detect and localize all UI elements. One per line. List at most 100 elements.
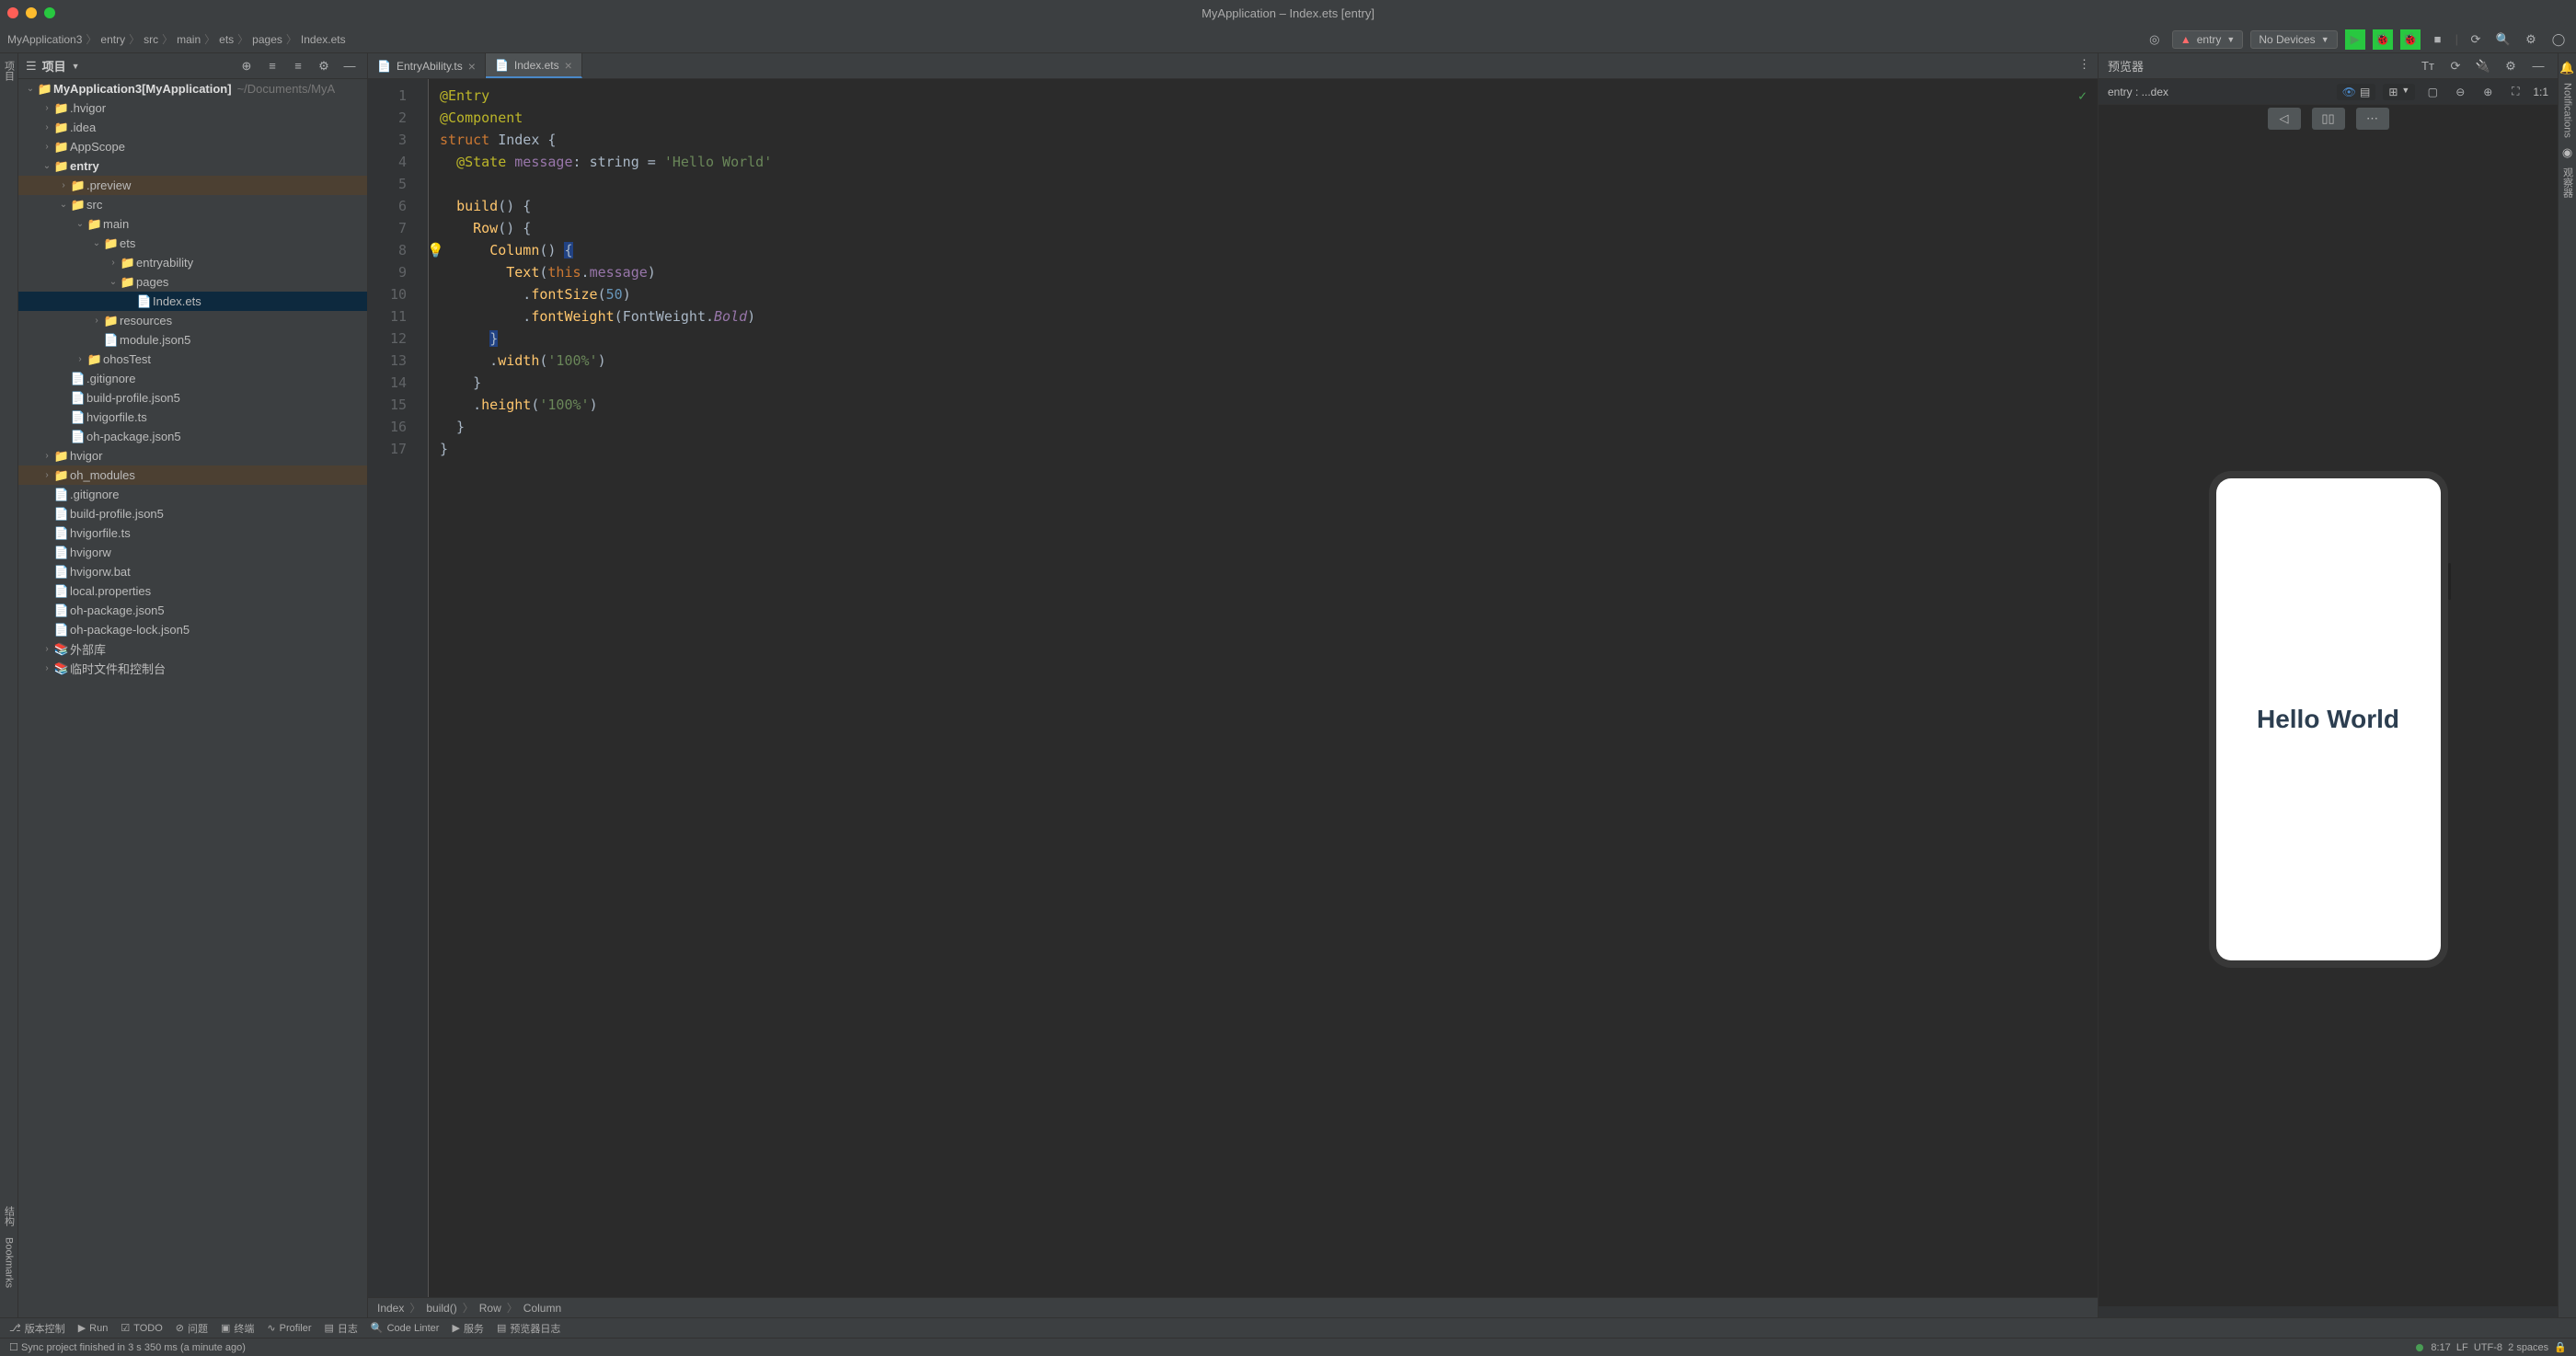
bulb-icon[interactable]: 💡 [427, 239, 444, 261]
inspector-tab[interactable]: 观察器 [2560, 167, 2575, 198]
plug-icon[interactable]: 🔌 [2473, 56, 2493, 76]
tree-item[interactable]: ›📁.idea [18, 118, 367, 137]
todo-tab[interactable]: ☑ TODO [121, 1322, 162, 1334]
fold-gutter[interactable] [414, 79, 429, 1297]
breadcrumb-item[interactable]: ets [219, 33, 234, 46]
tree-item[interactable]: 📄oh-package-lock.json5 [18, 620, 367, 639]
breadcrumbs[interactable]: MyApplication3〉entry〉src〉main〉ets〉pages〉… [7, 31, 346, 47]
struct-crumb[interactable]: Index [377, 1302, 404, 1315]
prev-tabs-icon[interactable]: ▯▯ [2312, 108, 2345, 130]
struct-crumb[interactable]: build() [426, 1302, 456, 1315]
tree-item[interactable]: ⌄📁entry [18, 156, 367, 176]
tree-item[interactable]: ›📁resources [18, 311, 367, 330]
prev-back-icon[interactable]: ◁ [2268, 108, 2301, 130]
cursor-position[interactable]: 8:17 [2431, 1342, 2450, 1353]
user-icon[interactable]: ◯ [2548, 29, 2569, 50]
tree-item[interactable]: 📄hvigorw.bat [18, 562, 367, 581]
maximize-window[interactable] [44, 7, 55, 18]
breadcrumb-item[interactable]: entry [100, 33, 125, 46]
tree-item[interactable]: ›📚外部库 [18, 639, 367, 659]
encoding[interactable]: UTF-8 [2474, 1342, 2502, 1353]
tree-item[interactable]: 📄hvigorfile.ts [18, 408, 367, 427]
tree-item[interactable]: ⌄📁pages [18, 272, 367, 292]
struct-crumb[interactable]: Row [479, 1302, 501, 1315]
tree-item[interactable]: 📄build-profile.json5 [18, 388, 367, 408]
breadcrumb-item[interactable]: pages [252, 33, 282, 46]
tree-item[interactable]: 📄oh-package.json5 [18, 427, 367, 446]
target-icon[interactable]: ◎ [2145, 29, 2165, 50]
minimize-window[interactable] [26, 7, 37, 18]
scrollbar[interactable] [2099, 1306, 2558, 1317]
bookmarks-tab[interactable]: Bookmarks [4, 1237, 15, 1288]
tree-item[interactable]: ›📁.hvigor [18, 98, 367, 118]
stop-icon[interactable]: ■ [2428, 29, 2448, 50]
fullscreen-icon[interactable]: ⛶ [2505, 82, 2525, 102]
tree-item[interactable]: 📄.gitignore [18, 485, 367, 504]
run-tab[interactable]: ▶ Run [78, 1322, 109, 1334]
tree-item[interactable]: ›📁hvigor [18, 446, 367, 465]
view-mode-icon[interactable]: 👁▤ [2337, 84, 2376, 100]
coverage-icon[interactable]: 🐞 [2400, 29, 2421, 50]
crop-icon[interactable]: ▢ [2422, 82, 2443, 102]
tree-item[interactable]: ›📁.preview [18, 176, 367, 195]
code-editor[interactable]: ✓ 💡 @Entry@Componentstruct Index { @Stat… [429, 79, 2098, 1297]
expand-icon[interactable]: ≡ [262, 56, 282, 76]
device-selector[interactable]: No Devices▼ [2250, 30, 2337, 49]
tree-item[interactable]: ›📁entryability [18, 253, 367, 272]
preview-log-tab[interactable]: ▤ 预览器日志 [497, 1321, 560, 1336]
tree-root[interactable]: ⌄📁MyApplication3 [MyApplication]~/Docume… [18, 79, 367, 98]
notifications-tab[interactable]: Notifications [2562, 83, 2573, 138]
panel-settings-icon[interactable]: ⚙ [314, 56, 334, 76]
struct-crumb[interactable]: Column [523, 1302, 561, 1315]
grid-icon[interactable]: ⊞▼ [2383, 84, 2415, 100]
breadcrumb-item[interactable]: main [177, 33, 201, 46]
debug-icon[interactable]: 🐞 [2373, 29, 2393, 50]
terminal-tab[interactable]: ▣ 终端 [221, 1321, 254, 1336]
breadcrumb-item[interactable]: src [144, 33, 158, 46]
prev-settings-icon[interactable]: ⚙ [2501, 56, 2521, 76]
tree-item[interactable]: ⌄📁ets [18, 234, 367, 253]
breadcrumb-item[interactable]: MyApplication3 [7, 33, 82, 46]
text-icon[interactable]: Tᴛ [2418, 56, 2438, 76]
tree-item[interactable]: 📄hvigorw [18, 543, 367, 562]
editor-tab[interactable]: 📄EntryAbility.ts× [368, 53, 486, 78]
panel-hide-icon[interactable]: — [339, 56, 360, 76]
zoom-out-icon[interactable]: ⊖ [2450, 82, 2470, 102]
tree-item[interactable]: ›📁oh_modules [18, 465, 367, 485]
services-tab[interactable]: ▶ 服务 [452, 1321, 483, 1336]
zoom-in-icon[interactable]: ⊕ [2478, 82, 2498, 102]
tree-item[interactable]: ⌄📁src [18, 195, 367, 214]
structure-tab[interactable]: 结构 [2, 1206, 17, 1226]
linter-tab[interactable]: 🔍 Code Linter [371, 1322, 440, 1334]
bell-icon[interactable]: 🔔 [2559, 61, 2574, 75]
locate-icon[interactable]: ⊕ [236, 56, 257, 76]
lock-icon[interactable]: 🔒 [2554, 1341, 2567, 1353]
tree-item[interactable]: 📄build-profile.json5 [18, 504, 367, 523]
indent[interactable]: 2 spaces [2508, 1342, 2548, 1353]
editor-tab[interactable]: 📄Index.ets× [486, 53, 582, 78]
tree-item[interactable]: 📄hvigorfile.ts [18, 523, 367, 543]
prev-hide-icon[interactable]: — [2528, 56, 2548, 76]
struct-breadcrumbs[interactable]: Index〉build()〉Row〉Column [368, 1297, 2098, 1317]
run-icon[interactable]: ▶ [2345, 29, 2365, 50]
breadcrumb-item[interactable]: Index.ets [301, 33, 346, 46]
inspector-icon[interactable]: ◉ [2562, 145, 2572, 160]
problems-tab[interactable]: ⊘ 问题 [176, 1321, 208, 1336]
tabs-menu-icon[interactable]: ⋮ [2078, 57, 2090, 72]
tree-item[interactable]: 📄oh-package.json5 [18, 601, 367, 620]
profiler-tab[interactable]: ∿ Profiler [267, 1322, 311, 1334]
tree-item[interactable]: ⌄📁main [18, 214, 367, 234]
prev-more-icon[interactable]: ⋯ [2356, 108, 2389, 130]
search-icon[interactable]: 🔍 [2493, 29, 2513, 50]
close-icon[interactable]: × [565, 58, 572, 73]
version-control-tab[interactable]: ⎇ 版本控制 [9, 1321, 65, 1336]
close-icon[interactable]: × [468, 59, 476, 74]
project-tree[interactable]: ⌄📁MyApplication3 [MyApplication]~/Docume… [18, 79, 367, 1317]
module-selector[interactable]: ▲entry▼ [2172, 30, 2244, 49]
tree-item[interactable]: ›📁AppScope [18, 137, 367, 156]
sync-icon[interactable]: ⟳ [2466, 29, 2486, 50]
settings-icon[interactable]: ⚙ [2521, 29, 2541, 50]
refresh-icon[interactable]: ⟳ [2445, 56, 2466, 76]
project-tab[interactable]: 项目 [2, 61, 17, 81]
tree-item[interactable]: 📄.gitignore [18, 369, 367, 388]
